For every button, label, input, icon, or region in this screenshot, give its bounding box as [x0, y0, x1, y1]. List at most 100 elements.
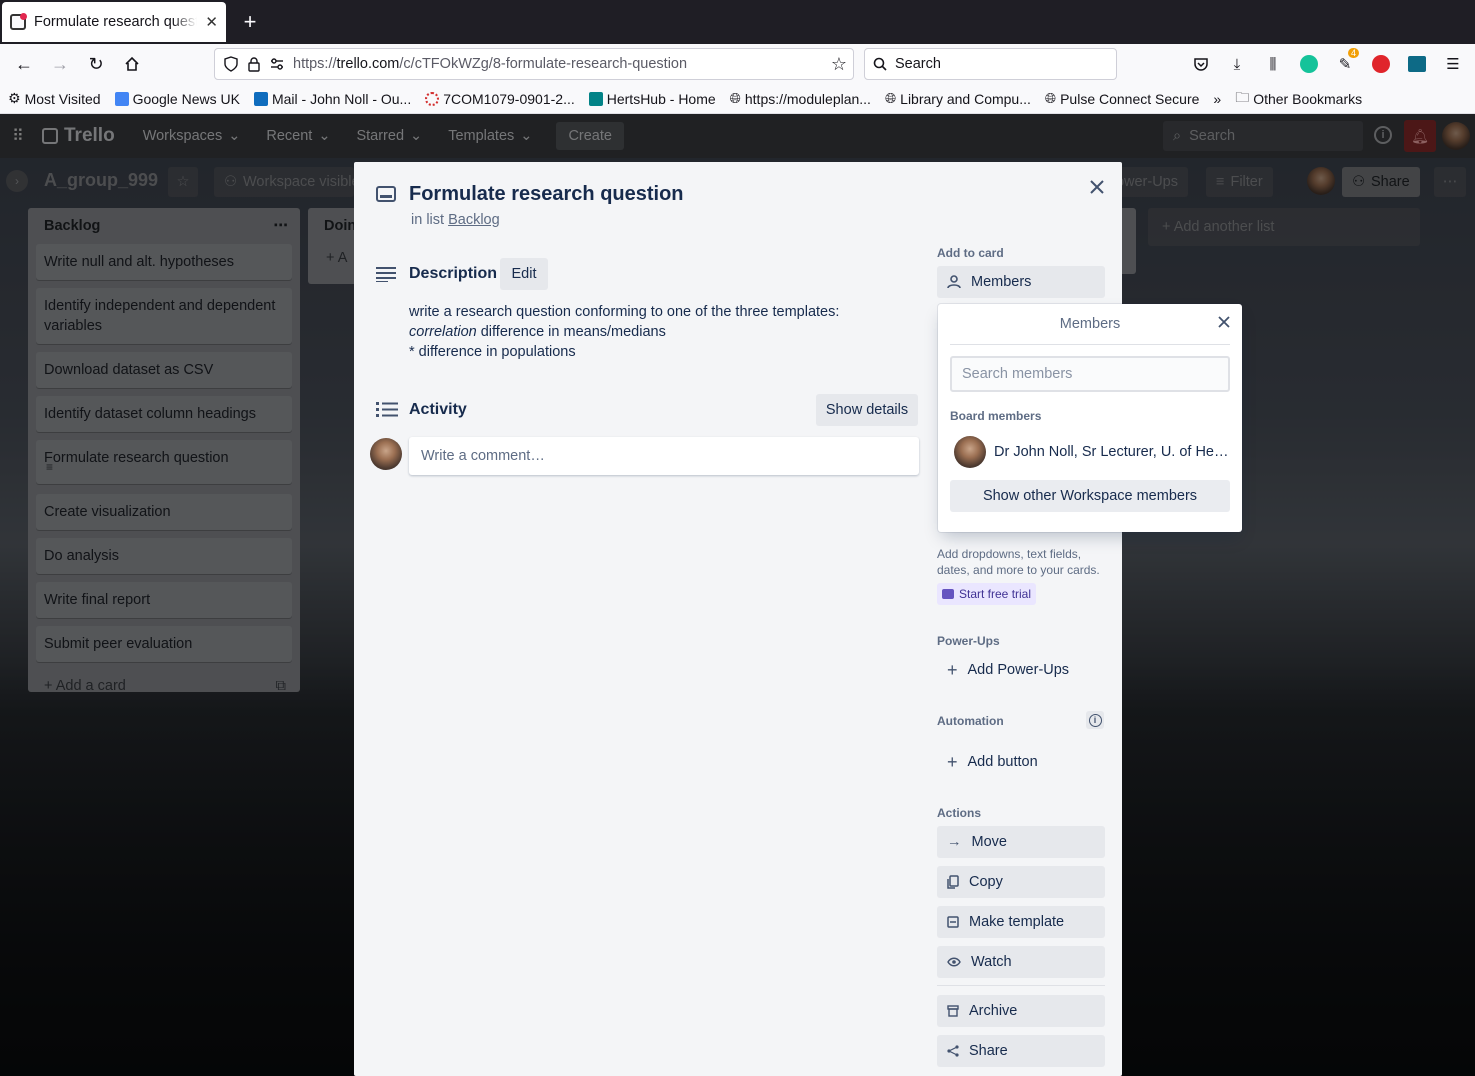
card-title[interactable]: Formulate research question — [409, 183, 684, 206]
add-button-button[interactable]: + Add button — [937, 746, 1105, 778]
pocket-icon[interactable] — [1185, 48, 1217, 80]
forward-icon[interactable]: → — [44, 48, 76, 80]
comment-input[interactable]: Write a comment… — [409, 437, 919, 475]
library-icon[interactable]: ⫼ — [1257, 48, 1289, 80]
members-popover: Members Search members Board members Dr … — [938, 304, 1242, 532]
url-text: https://trello.com/c/cTFOkWZg/8-formulat… — [293, 56, 688, 72]
new-tab-icon[interactable]: + — [234, 6, 266, 38]
start-trial-label: Start free trial — [959, 587, 1032, 601]
bookmark-moduleplan[interactable]: 🌐︎ https://moduleplan... — [730, 90, 871, 107]
show-details-button[interactable]: Show details — [816, 394, 918, 426]
close-icon[interactable] — [1218, 316, 1230, 328]
automation-label: Automation — [937, 714, 1004, 728]
ring-icon — [425, 91, 440, 106]
board-members-label: Board members — [950, 409, 1042, 423]
talis-extension-icon[interactable] — [1401, 48, 1433, 80]
comment-avatar — [370, 438, 402, 470]
extension-badge-count: 4 — [1347, 48, 1359, 58]
search-placeholder: Search — [895, 56, 941, 72]
members-label: Members — [971, 274, 1032, 290]
search-icon — [873, 57, 887, 71]
tomato-extension-icon[interactable] — [1365, 48, 1397, 80]
template-icon — [947, 916, 959, 928]
bookmark-mail[interactable]: Mail - John Noll - Ou... — [253, 91, 411, 107]
menu-icon[interactable]: ☰ — [1437, 48, 1469, 80]
shield-icon — [224, 56, 238, 72]
folder-icon: 🗀 — [1235, 88, 1250, 105]
share-label: Share — [969, 1043, 1008, 1059]
url-bar[interactable]: https://trello.com/c/cTFOkWZg/8-formulat… — [214, 48, 854, 80]
share-icon — [947, 1045, 959, 1057]
copy-icon — [947, 875, 959, 889]
globe-icon: 🌐︎ — [884, 90, 897, 106]
archive-icon — [947, 1005, 959, 1017]
description-title: Description — [409, 265, 498, 282]
bookmark-module[interactable]: 7COM1079-0901-2... — [425, 91, 575, 107]
activity-icon — [376, 402, 398, 418]
actions-divider — [937, 985, 1105, 986]
make-template-button[interactable]: Make template — [937, 906, 1105, 938]
description-text[interactable]: write a research question conforming to … — [409, 302, 839, 362]
globe-icon: 🌐︎ — [729, 90, 741, 106]
share-card-button[interactable]: Share — [937, 1035, 1105, 1067]
card-detail-modal: Formulate research question in list Back… — [354, 162, 1122, 1076]
add-powerups-button[interactable]: + Add Power-Ups — [937, 654, 1105, 686]
toolbar-icons: ⤓ ⫼ ✎ 4 ☰ — [1185, 48, 1469, 80]
powerups-label: Power-Ups — [937, 634, 1000, 648]
browser-tab[interactable]: Formulate research question ✕ — [2, 2, 226, 42]
tab-close-icon[interactable]: ✕ — [205, 13, 218, 31]
add-to-card-label: Add to card — [937, 246, 1004, 260]
downloads-icon[interactable]: ⤓ — [1221, 48, 1253, 80]
reload-icon[interactable]: ↻ — [80, 48, 112, 80]
browser-nav-bar: ← → ↻ https://trello.com/c/cTFOkWZg/8-fo… — [0, 44, 1475, 84]
back-icon[interactable]: ← — [8, 48, 40, 80]
card-list-info: in list Backlog — [411, 212, 500, 228]
archive-button[interactable]: Archive — [937, 995, 1105, 1027]
edit-description-button[interactable]: Edit — [500, 258, 548, 290]
sharepoint-icon — [588, 91, 603, 106]
bookmarks-overflow-icon[interactable]: » — [1213, 91, 1221, 107]
member-name: Dr John Noll, Sr Lecturer, U. of Hertf..… — [994, 444, 1230, 460]
popover-divider — [950, 344, 1230, 345]
browser-tab-bar: Formulate research question ✕ + — [0, 0, 1475, 44]
bookmark-other[interactable]: 🗀 Other Bookmarks — [1235, 87, 1362, 111]
activity-title: Activity — [409, 401, 467, 418]
member-item[interactable]: Dr John Noll, Sr Lecturer, U. of Hertf..… — [950, 434, 1230, 470]
list-link[interactable]: Backlog — [448, 212, 500, 228]
popover-title: Members — [1059, 316, 1121, 332]
bookmark-google-news[interactable]: Google News UK — [114, 91, 240, 107]
extension-badge-icon[interactable]: ✎ 4 — [1329, 48, 1361, 80]
outlook-icon — [253, 91, 268, 106]
members-button[interactable]: Members — [937, 266, 1105, 298]
watch-button[interactable]: Watch — [937, 946, 1105, 978]
plus-icon: + — [947, 751, 958, 772]
bookmark-star-icon[interactable]: ☆ — [831, 54, 847, 75]
show-other-members-button[interactable]: Show other Workspace members — [950, 480, 1230, 512]
arrow-right-icon: → — [947, 834, 962, 850]
grammarly-icon[interactable] — [1293, 48, 1325, 80]
start-trial-button[interactable]: Start free trial — [937, 583, 1037, 605]
browser-search-bar[interactable]: Search — [864, 48, 1117, 80]
briefcase-icon — [942, 589, 954, 599]
automation-info-icon[interactable]: i — [1086, 711, 1104, 729]
add-powerups-label: Add Power-Ups — [967, 662, 1070, 678]
archive-label: Archive — [969, 1003, 1018, 1019]
actions-label: Actions — [937, 806, 982, 820]
bookmark-library[interactable]: 🌐︎ Library and Compu... — [885, 90, 1031, 107]
card-icon — [376, 186, 396, 202]
member-avatar — [954, 436, 986, 468]
home-icon[interactable] — [116, 48, 148, 80]
in-list-prefix: in list — [411, 212, 449, 228]
bookmark-pulse[interactable]: 🌐︎ Pulse Connect Secure — [1045, 90, 1200, 107]
trello-favicon-icon — [10, 13, 27, 30]
move-label: Move — [971, 834, 1007, 850]
eye-icon — [947, 957, 961, 967]
search-members-input[interactable]: Search members — [950, 356, 1230, 392]
person-icon — [947, 275, 961, 289]
make-template-label: Make template — [969, 914, 1065, 930]
bookmark-hertshub[interactable]: HertsHub - Home — [588, 91, 716, 107]
bookmark-most-visited[interactable]: ⚙ Most Visited — [8, 90, 101, 107]
copy-button[interactable]: Copy — [937, 866, 1105, 898]
move-button[interactable]: → Move — [937, 826, 1105, 858]
close-icon[interactable] — [1086, 176, 1108, 198]
